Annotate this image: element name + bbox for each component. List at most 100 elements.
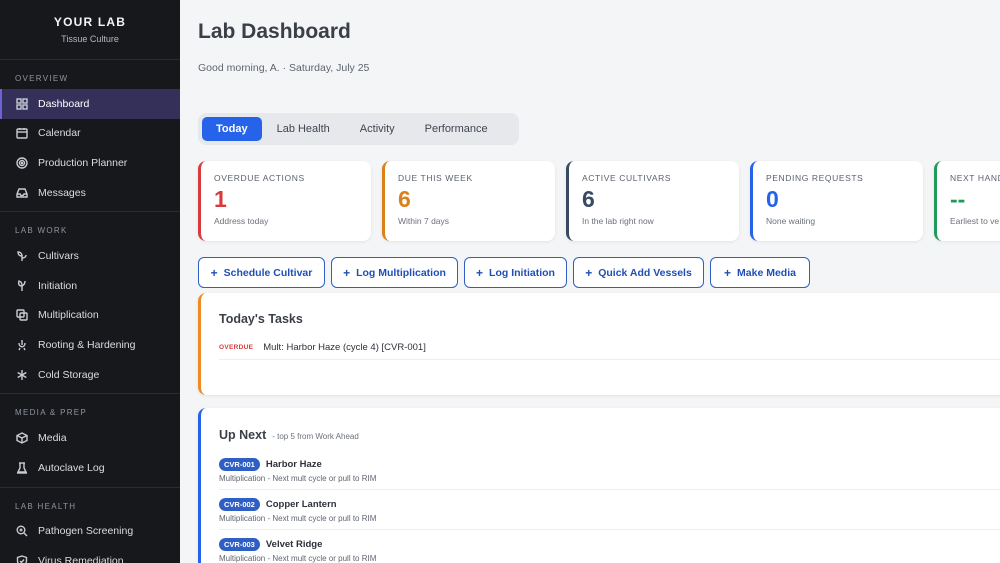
list-item[interactable]: CVR-002 Copper Lantern Multiplication - … [219,490,1000,530]
tab-lab-health[interactable]: Lab Health [262,117,345,141]
brand-name: YOUR LAB [53,15,127,29]
stat-subtext: Address today [214,216,269,226]
button-label: Log Initiation [489,266,555,279]
sidebar-item-rooting-hardening[interactable]: Rooting & Hardening [0,330,180,360]
main-content: Lab Dashboard Good morning, A. · Saturda… [180,0,1000,563]
stat-label: ACTIVE CULTIVARS [582,173,672,183]
sidebar-item-label: Multiplication [38,309,99,322]
sidebar-item-virus-remediation[interactable]: Virus Remediation [0,546,180,563]
item-description: Multiplication - Next mult cycle or pull… [219,514,377,523]
sidebar-item-messages[interactable]: Messages [0,178,180,208]
section-title: LAB WORK [15,226,68,236]
stat-label: PENDING REQUESTS [766,173,864,183]
quick-add-vessels-button[interactable]: + Quick Add Vessels [573,257,704,288]
stat-card-pending-requests[interactable]: PENDING REQUESTS 0 None waiting [750,161,923,241]
stat-value: 1 [214,186,227,212]
stat-subtext: Within 7 days [398,216,450,226]
stat-subtext: Earliest to ve [950,216,1000,226]
tab-bar: Today Lab Health Activity Performance [198,113,519,145]
item-description: Multiplication - Next mult cycle or pull… [219,474,377,483]
plus-icon: + [585,265,593,280]
cultivar-code-badge: CVR-001 [219,458,260,471]
section-title: OVERVIEW [15,74,69,83]
sidebar-item-label: Cold Storage [38,368,100,381]
sidebar-item-calendar[interactable]: Calendar [0,119,180,149]
copy-icon [16,309,28,322]
tab-performance[interactable]: Performance [410,117,503,141]
stat-value: -- [950,186,966,212]
nav-section-overview: OVERVIEW Dashboard Calendar Production P… [0,60,180,213]
nav-section-media-prep: MEDIA & PREP Media Autoclave Log [0,394,180,488]
task-item[interactable]: OVERDUE Mult: Harbor Haze (cycle 4) [CVR… [219,342,1000,353]
sidebar-item-media[interactable]: Media [0,423,180,453]
cultivar-code-badge: CVR-002 [219,498,260,511]
autoclave-icon [16,462,28,474]
stat-card-next-hand[interactable]: NEXT HAND -- Earliest to ve [934,161,1000,241]
sidebar-item-initiation[interactable]: Initiation [0,271,180,301]
sidebar: YOUR LAB Tissue Culture OVERVIEW Dashboa… [0,0,180,563]
stat-subtext: In the lab right now [582,216,654,226]
target-icon [16,157,28,169]
sidebar-item-label: Production Planner [38,156,128,169]
stat-value: 6 [582,186,595,212]
sidebar-item-label: Autoclave Log [38,461,105,474]
sidebar-item-label: Calendar [38,127,81,140]
sidebar-item-multiplication[interactable]: Multiplication [0,301,180,331]
up-next-panel: Up Next - top 5 from Work Ahead CVR-001 … [198,408,1000,563]
cultivar-code-badge: CVR-003 [219,538,260,551]
section-title: MEDIA & PREP [15,408,88,418]
snowflake-icon [16,369,28,381]
plus-icon: + [210,265,218,280]
nav-section-lab-health: LAB HEALTH Pathogen Screening Virus Reme… [0,488,180,563]
stat-value: 6 [398,186,411,212]
make-media-button[interactable]: + Make Media [710,257,810,288]
cube-icon [16,432,28,444]
tab-activity[interactable]: Activity [345,117,410,141]
log-multiplication-button[interactable]: + Log Multiplication [331,257,458,288]
sidebar-item-pathogen-screening[interactable]: Pathogen Screening [0,517,180,547]
sidebar-item-label: Rooting & Hardening [38,338,136,351]
plus-icon: + [724,265,732,280]
sidebar-item-label: Cultivars [38,250,79,263]
up-next-header: Up Next - top 5 from Work Ahead [219,428,1000,442]
panel-title: Up Next [219,428,267,442]
seedling-icon [16,279,28,292]
stat-label: DUE THIS WEEK [398,173,473,183]
stat-card-active-cultivars[interactable]: ACTIVE CULTIVARS 6 In the lab right now [566,161,739,241]
stat-label: NEXT HAND [950,173,1000,183]
sidebar-item-label: Initiation [38,279,78,292]
nav-section-lab-work: LAB WORK Cultivars Initiation Multiplica… [0,212,180,395]
grid-icon [16,98,28,110]
item-description: Multiplication - Next mult cycle or pull… [219,554,377,563]
divider [219,359,1000,360]
plus-icon: + [343,265,351,280]
cultivar-name: Velvet Ridge [265,539,323,550]
sidebar-item-label: Dashboard [38,97,90,110]
button-label: Quick Add Vessels [598,266,692,279]
sidebar-item-cultivars[interactable]: Cultivars [0,241,180,271]
magnifier-icon [16,525,28,537]
stat-subtext: None waiting [766,216,816,226]
stat-value: 0 [766,186,779,212]
inbox-icon [16,187,28,199]
list-item[interactable]: CVR-003 Velvet Ridge Multiplication - Ne… [219,530,1000,563]
sidebar-item-label: Media [38,432,67,445]
stat-label: OVERDUE ACTIONS [214,173,305,183]
tab-today[interactable]: Today [202,117,262,141]
sidebar-item-dashboard[interactable]: Dashboard [0,89,180,119]
brand-subtitle: Tissue Culture [61,34,119,44]
schedule-cultivar-button[interactable]: + Schedule Cultivar [198,257,325,288]
sidebar-item-cold-storage[interactable]: Cold Storage [0,360,180,390]
task-text: Mult: Harbor Haze (cycle 4) [CVR-001] [263,342,426,353]
sidebar-item-label: Virus Remediation [38,554,124,563]
stat-card-due-this-week[interactable]: DUE THIS WEEK 6 Within 7 days [382,161,555,241]
sidebar-item-production-planner[interactable]: Production Planner [0,148,180,178]
cultivar-name: Copper Lantern [265,499,337,510]
stat-card-overdue-actions[interactable]: OVERDUE ACTIONS 1 Address today [198,161,371,241]
sidebar-item-autoclave-log[interactable]: Autoclave Log [0,453,180,483]
list-item[interactable]: CVR-001 Harbor Haze Multiplication - Nex… [219,450,1000,490]
section-title: LAB HEALTH [15,501,77,511]
page-title: Lab Dashboard [198,20,351,43]
cultivar-name: Harbor Haze [265,459,322,470]
log-initiation-button[interactable]: + Log Initiation [464,257,567,288]
